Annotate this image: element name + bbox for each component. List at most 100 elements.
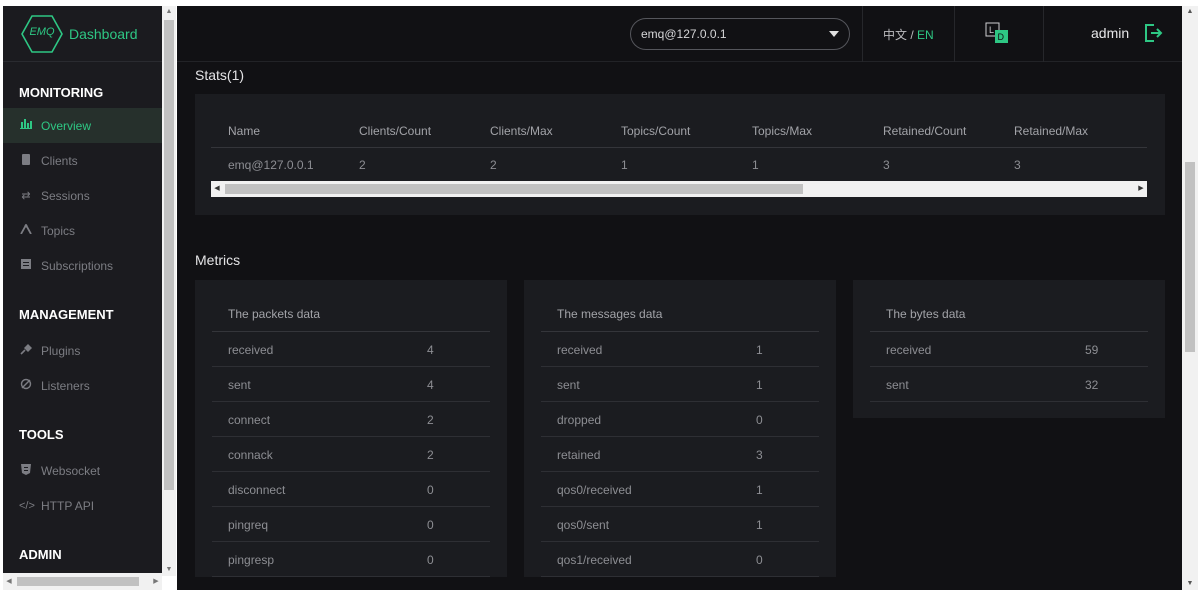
scroll-thumb[interactable] [1185,162,1195,352]
sidebar-vertical-scrollbar[interactable]: ▲ ▼ [162,6,176,576]
node-select[interactable]: emq@127.0.0.1 [630,18,850,50]
metric-value: 4 [427,343,434,357]
sidebar-item-plugins[interactable]: Plugins [3,333,162,368]
metric-row: connect 2 [212,402,490,437]
language-switch[interactable]: 中文 / EN [883,26,934,43]
metric-row: sent 1 [541,367,819,402]
sidebar-item-clients[interactable]: Clients [3,143,162,178]
sidebar-horizontal-scrollbar[interactable]: ◀ ▶ [3,573,162,590]
top-header: emq@127.0.0.1 中文 / EN L D admin [177,6,1182,62]
websocket-icon [19,463,33,478]
header-divider [1043,6,1044,62]
metric-key: dropped [557,413,602,427]
sidebar-item-subscriptions[interactable]: Subscriptions [3,248,162,283]
metric-row: retained 3 [541,437,819,472]
table-cell: 1 [621,158,628,172]
sidebar-item-label: Listeners [41,378,90,393]
metric-key: retained [557,448,601,462]
metric-row: received 59 [870,332,1148,367]
scroll-thumb[interactable] [225,184,803,194]
table-cell: 2 [490,158,497,172]
lang-en[interactable]: EN [917,28,934,42]
sidebar-item-label: Clients [41,153,78,168]
metric-key: qos0/sent [557,518,610,532]
header-divider [862,6,863,62]
metric-key: qos0/received [557,483,632,497]
metric-row: pingreq 0 [212,507,490,542]
column-header: Topics/Max [752,124,813,138]
scroll-up-arrow[interactable]: ▲ [1182,6,1198,18]
metric-value: 0 [756,413,763,427]
logout-icon[interactable] [1143,23,1163,43]
metric-value: 1 [756,378,763,392]
metric-key: qos1/received [557,553,632,567]
metric-key: connect [228,413,271,427]
metric-key: sent [886,378,909,392]
metric-row: disconnect 0 [212,472,490,507]
metric-row: pingresp 0 [212,542,490,577]
emq-logo: EMQ [21,13,63,55]
metric-row: qos1/received 0 [541,542,819,577]
lang-zh[interactable]: 中文 [883,28,907,42]
scroll-down-arrow[interactable]: ▼ [1182,578,1198,590]
metric-key: received [886,343,932,357]
column-header: Retained/Count [883,124,967,138]
scroll-left-arrow[interactable]: ◀ [211,181,223,197]
table-header: Name Clients/Count Clients/Max Topics/Co… [211,114,1147,148]
scroll-down-arrow[interactable]: ▼ [162,564,176,576]
card-title: The bytes data [870,280,1148,332]
metric-row: received 4 [212,332,490,367]
messages-card: The messages data received 1 sent 1 droppe… [524,280,836,577]
topic-icon [19,223,33,237]
metric-key: sent [557,378,580,392]
theme-switch-icon[interactable]: L D [985,22,1015,44]
sidebar-item-http-api[interactable]: </> HTTP API [3,488,162,523]
sidebar-item-sessions[interactable]: ⇄ Sessions [3,178,162,213]
scroll-thumb[interactable] [17,577,139,586]
theme-light-label: L [989,25,994,35]
sidebar-item-listeners[interactable]: Listeners [3,368,162,403]
column-header: Clients/Max [490,124,553,138]
table-cell: 3 [1014,158,1021,172]
subscription-icon [19,259,33,272]
sidebar-item-websocket[interactable]: Websocket [3,453,162,488]
app-title: Dashboard [69,25,138,42]
stats-card: Name Clients/Count Clients/Max Topics/Co… [195,94,1165,215]
section-monitoring: MONITORING [19,85,104,100]
metric-row: qos0/sent 1 [541,507,819,542]
section-management: MANAGEMENT [19,307,114,322]
metric-key: pingresp [228,553,275,567]
logo-row[interactable]: EMQ Dashboard [3,6,162,62]
metric-value: 1 [756,343,763,357]
scroll-right-arrow[interactable]: ▶ [1135,181,1147,197]
main-vertical-scrollbar[interactable]: ▲ ▼ [1182,6,1198,590]
sidebar-item-topics[interactable]: Topics [3,213,162,248]
plug-icon [19,343,33,358]
table-cell: emq@127.0.0.1 [228,158,314,172]
sidebar-item-label: Plugins [41,343,81,358]
scroll-right-arrow[interactable]: ▶ [150,573,162,590]
lang-separator: / [907,28,918,42]
scroll-left-arrow[interactable]: ◀ [3,573,15,590]
metric-value: 2 [427,448,434,462]
card-title: The messages data [541,280,819,332]
header-divider [954,6,955,62]
table-horizontal-scrollbar[interactable]: ◀ ▶ [211,181,1147,197]
stats-title: Stats(1) [195,67,245,83]
metric-value: 1 [756,518,763,532]
metric-key: disconnect [228,483,286,497]
listener-icon [19,378,33,393]
scroll-thumb[interactable] [164,20,174,490]
code-icon: </> [19,499,35,512]
scroll-up-arrow[interactable]: ▲ [162,6,176,18]
metric-key: received [557,343,603,357]
sidebar-item-overview[interactable]: Overview [3,108,162,143]
bar-chart-icon [19,119,33,132]
sidebar-item-label: Subscriptions [41,258,114,273]
column-header: Retained/Max [1014,124,1089,138]
metric-value: 3 [756,448,763,462]
card-title: The packets data [212,280,490,332]
metric-row: received 1 [541,332,819,367]
metric-value: 0 [427,483,434,497]
section-tools: TOOLS [19,427,64,442]
